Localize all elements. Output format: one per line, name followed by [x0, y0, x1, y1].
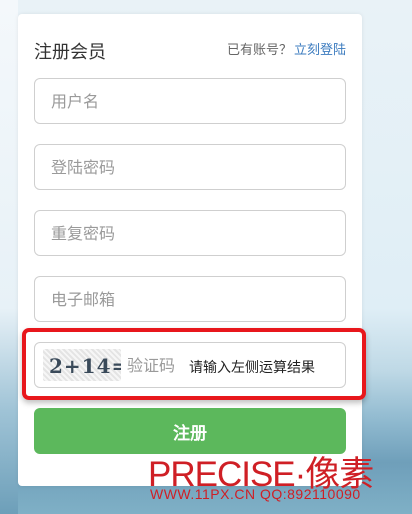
username-field	[34, 78, 346, 124]
watermark-contact: WWW.11PX.CN QQ:892110090	[150, 486, 361, 502]
login-prompt-text: 已有账号？	[226, 43, 292, 58]
page-title: 注册会员	[34, 42, 106, 63]
background-edge	[0, 0, 18, 514]
captcha-image[interactable]: 2+14=	[43, 349, 121, 381]
password-field	[34, 144, 346, 190]
confirm-password-field	[34, 210, 346, 256]
register-card: 注册会员 已有账号？立刻登陆 2+14= 请输入左侧运算结果 注册	[18, 14, 366, 486]
captcha-hint: 请输入左侧运算结果	[189, 360, 315, 376]
login-prompt: 已有账号？ 立刻登陆	[227, 39, 346, 58]
email-input[interactable]	[35, 277, 345, 321]
card-header: 注册会员 已有账号？ 立刻登陆	[34, 34, 346, 63]
username-input[interactable]	[35, 79, 345, 123]
watermark: PRECISE·像素 WWW.11PX.CN QQ:892110090	[148, 446, 412, 510]
password-input[interactable]	[35, 145, 345, 189]
confirm-password-input[interactable]	[35, 211, 345, 255]
login-link[interactable]: 立刻登陆	[294, 43, 346, 58]
captcha-image-text: 2+14=	[49, 354, 121, 378]
captcha-row: 2+14= 请输入左侧运算结果	[34, 342, 346, 388]
email-field	[34, 276, 346, 322]
